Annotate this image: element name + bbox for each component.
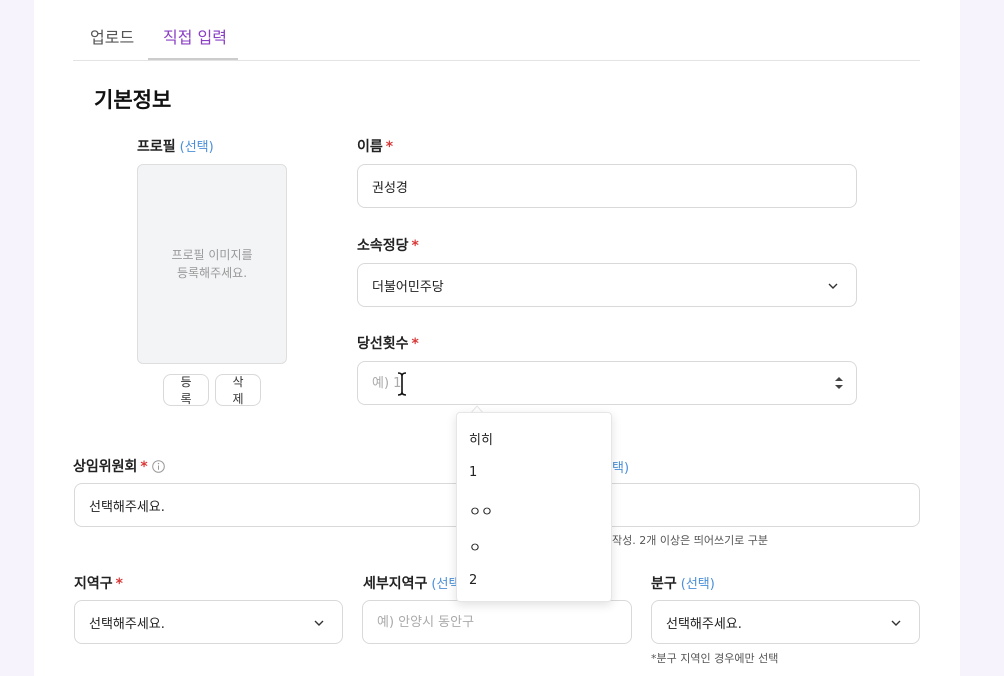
- chevron-down-icon: [312, 616, 326, 630]
- sub-district-label: 세부지역구(선택): [363, 573, 465, 593]
- sub-district-label-text: 세부지역구: [363, 576, 427, 592]
- elected-count-input[interactable]: [372, 376, 842, 391]
- required-mark: *: [140, 459, 147, 475]
- suggestion-item[interactable]: 1: [469, 465, 477, 480]
- party-label-text: 소속정당: [357, 238, 409, 254]
- branch-value: 선택해주세요.: [666, 613, 742, 632]
- sub-district-input[interactable]: [377, 615, 617, 630]
- party-value: 더불어민주당: [372, 276, 444, 295]
- name-label: 이름*: [357, 136, 393, 156]
- keyword-optional-tag: 택): [612, 461, 629, 476]
- suggestion-item[interactable]: ㅇㅇ: [469, 501, 493, 520]
- party-label: 소속정당*: [357, 235, 419, 255]
- keyword-label: 택): [612, 457, 629, 476]
- name-label-text: 이름: [357, 139, 383, 155]
- required-mark: *: [412, 238, 419, 254]
- chevron-down-icon: [826, 279, 840, 293]
- autocomplete-list: 히히 1 ㅇㅇ ㅇ 2: [456, 412, 612, 602]
- branch-label: 분구 (선택): [651, 573, 715, 593]
- suggestion-item[interactable]: 2: [469, 573, 477, 588]
- profile-label-text: 프로필: [137, 139, 176, 155]
- district-label-text: 지역구: [74, 576, 113, 592]
- committee-label: 상임위원회*: [73, 456, 165, 476]
- branch-select[interactable]: 선택해주세요.: [651, 600, 920, 644]
- keyword-helper-text: 작성. 2개 이상은 띄어쓰기로 구분: [612, 532, 768, 548]
- suggestion-item[interactable]: 히히: [469, 429, 493, 448]
- committee-select[interactable]: 선택해주세요.: [74, 483, 457, 527]
- section-title: 기본정보: [94, 84, 171, 114]
- tab-direct-input[interactable]: 직접 입력: [163, 24, 227, 48]
- info-icon[interactable]: [152, 460, 165, 473]
- profile-image-dropzone[interactable]: 프로필 이미지를 등록해주세요.: [137, 164, 287, 364]
- district-select[interactable]: 선택해주세요.: [74, 600, 343, 644]
- sub-district-field[interactable]: [362, 600, 632, 644]
- required-mark: *: [386, 139, 393, 155]
- name-value: 권성경: [372, 177, 408, 196]
- branch-optional-tag: (선택): [681, 577, 715, 592]
- district-label: 지역구*: [74, 573, 123, 593]
- profile-label: 프로필 (선택): [137, 136, 214, 156]
- committee-label-text: 상임위원회: [73, 459, 137, 475]
- number-spinner-icon[interactable]: [832, 375, 846, 391]
- active-tab-indicator: [148, 58, 238, 60]
- suggestion-item[interactable]: ㅇ: [469, 537, 481, 556]
- register-button[interactable]: 등록: [163, 374, 209, 406]
- committee-value: 선택해주세요.: [89, 496, 165, 515]
- required-mark: *: [412, 336, 419, 352]
- text-cursor-icon: [396, 372, 408, 396]
- profile-placeholder-line2: 등록해주세요.: [171, 264, 252, 282]
- branch-label-text: 분구: [651, 576, 677, 592]
- branch-helper-text: *분구 지역인 경우에만 선택: [651, 650, 778, 666]
- required-mark: *: [116, 576, 123, 592]
- tab-bar: 업로드 직접 입력: [73, 0, 920, 61]
- keyword-field[interactable]: [612, 483, 920, 527]
- chevron-down-icon: [889, 616, 903, 630]
- party-select[interactable]: 더불어민주당: [357, 263, 857, 307]
- elected-count-label-text: 당선횟수: [357, 336, 409, 352]
- profile-optional-tag: (선택): [180, 140, 214, 155]
- elected-count-field[interactable]: [357, 361, 857, 405]
- district-value: 선택해주세요.: [89, 613, 165, 632]
- name-field[interactable]: 권성경: [357, 164, 857, 208]
- elected-count-label: 당선횟수*: [357, 333, 419, 353]
- tab-upload[interactable]: 업로드: [90, 24, 134, 48]
- profile-placeholder-line1: 프로필 이미지를: [171, 246, 252, 264]
- delete-button[interactable]: 삭제: [215, 374, 261, 406]
